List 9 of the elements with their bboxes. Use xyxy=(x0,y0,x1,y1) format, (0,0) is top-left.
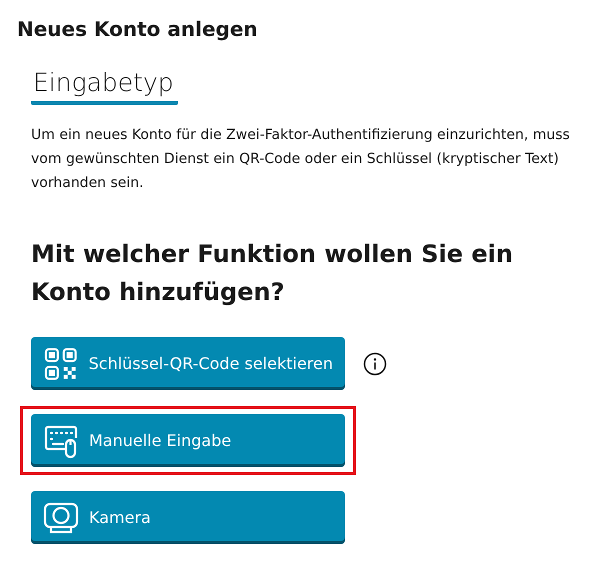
tab[interactable]: Eingabetyp xyxy=(31,68,178,105)
qr-code-icon xyxy=(43,346,79,382)
option-button[interactable]: Kamera xyxy=(31,491,345,544)
option-button[interactable]: Schlüssel-QR-Code selektieren xyxy=(31,337,345,390)
description-text: Um ein neues Konto für die Zwei-Faktor-Authentifizierung einzurichten, muss vom gewünschten Dienst ein QR-Code oder ein Schlüssel (kryptischer Text) vorhanden sein. xyxy=(31,126,571,193)
info-icon[interactable] xyxy=(363,352,387,376)
question-heading: Mit welcher Funktion wollen Sie ein Konto hinzufügen? xyxy=(31,239,514,308)
option-button[interactable]: Manuelle Eingabe xyxy=(31,414,345,467)
window-title: Neues Konto anlegen xyxy=(17,16,259,43)
